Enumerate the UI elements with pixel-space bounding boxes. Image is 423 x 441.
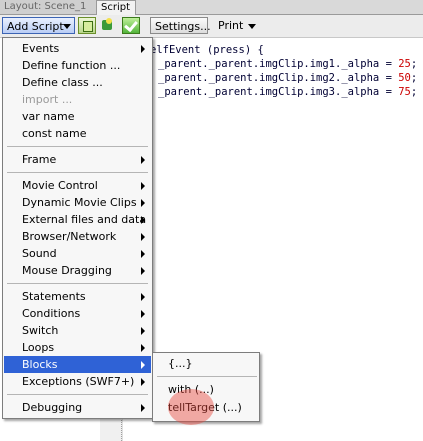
submenu-arrow-icon <box>141 361 145 369</box>
menu-item-blocks[interactable]: Blocks <box>4 356 151 373</box>
add-script-menu: Events Define function ... Define class … <box>2 37 153 419</box>
menu-item-import: import ... <box>22 93 73 106</box>
menu-item-switch[interactable]: Switch <box>4 322 151 339</box>
submenu-arrow-icon <box>141 267 145 275</box>
insert-object-icon[interactable] <box>99 17 117 34</box>
tab-layout-scene[interactable]: Layout: Scene_1 <box>0 0 97 14</box>
menu-item-sound[interactable]: Sound <box>4 245 151 262</box>
menu-item-const-name[interactable]: const name <box>4 125 151 142</box>
submenu-arrow-icon <box>141 310 145 318</box>
menu-item-exceptions[interactable]: Exceptions (SWF7+) <box>4 373 151 390</box>
menu-separator <box>7 283 148 284</box>
code-line: _parent._parent.imgClip.img3._alpha = 75… <box>158 86 418 98</box>
menu-separator <box>7 146 148 147</box>
script-view-icon[interactable] <box>78 17 96 34</box>
menu-item-define-class[interactable]: Define class ... <box>4 74 151 91</box>
tab-script[interactable]: Script <box>96 0 136 15</box>
menu-separator <box>7 172 148 173</box>
add-script-label: Add Script <box>7 20 64 33</box>
menu-separator <box>7 394 148 395</box>
submenu-arrow-icon <box>141 199 145 207</box>
menu-item-var-name[interactable]: var name <box>4 108 151 125</box>
menu-item-events[interactable]: Events <box>4 40 151 57</box>
submenu-arrow-icon <box>141 216 145 224</box>
menu-item-dynamic-movie-clips[interactable]: Dynamic Movie Clips <box>4 194 151 211</box>
submenu-arrow-icon <box>141 250 145 258</box>
submenu-arrow-icon <box>141 327 145 335</box>
dropdown-arrow-icon <box>63 24 71 29</box>
code-line: _parent._parent.imgClip.img2._alpha = 50… <box>158 72 418 84</box>
dropdown-arrow-icon <box>248 23 257 29</box>
script-toolbar: Add Script Settings... Print <box>0 15 423 38</box>
menu-item-movie-control[interactable]: Movie Control <box>4 177 151 194</box>
print-menu[interactable]: Print <box>218 17 257 34</box>
submenu-arrow-icon <box>141 293 145 301</box>
settings-button[interactable]: Settings... <box>150 17 211 34</box>
menu-item-statements[interactable]: Statements <box>4 288 151 305</box>
menu-item-debugging[interactable]: Debugging <box>4 399 151 416</box>
submenu-arrow-icon <box>141 156 145 164</box>
submenu-arrow-icon <box>141 404 145 412</box>
menu-item-loops[interactable]: Loops <box>4 339 151 356</box>
menu-item-conditions[interactable]: Conditions <box>4 305 151 322</box>
submenu-arrow-icon <box>141 233 145 241</box>
menu-item-mouse-dragging[interactable]: Mouse Dragging <box>4 262 151 279</box>
menu-item-define-function[interactable]: Define function ... <box>4 57 151 74</box>
code-line: _parent._parent.imgClip.img1._alpha = 25… <box>158 58 418 70</box>
menu-item-external-files[interactable]: External files and data <box>4 211 151 228</box>
menu-item-frame[interactable]: Frame <box>4 151 151 168</box>
check-syntax-icon[interactable] <box>122 17 140 34</box>
menu-separator <box>157 376 257 377</box>
submenu-arrow-icon <box>141 182 145 190</box>
submenu-item-braces[interactable]: {...} <box>154 355 258 372</box>
submenu-arrow-icon <box>141 344 145 352</box>
click-highlight <box>168 389 214 425</box>
code-line: elfEvent (press) { <box>150 44 264 56</box>
tab-bar: Layout: Scene_1 Script <box>0 0 423 15</box>
submenu-arrow-icon <box>141 378 145 386</box>
print-label: Print <box>218 19 244 32</box>
menu-item-browser-network[interactable]: Browser/Network <box>4 228 151 245</box>
add-script-button[interactable]: Add Script <box>2 17 75 34</box>
submenu-arrow-icon <box>141 45 145 53</box>
